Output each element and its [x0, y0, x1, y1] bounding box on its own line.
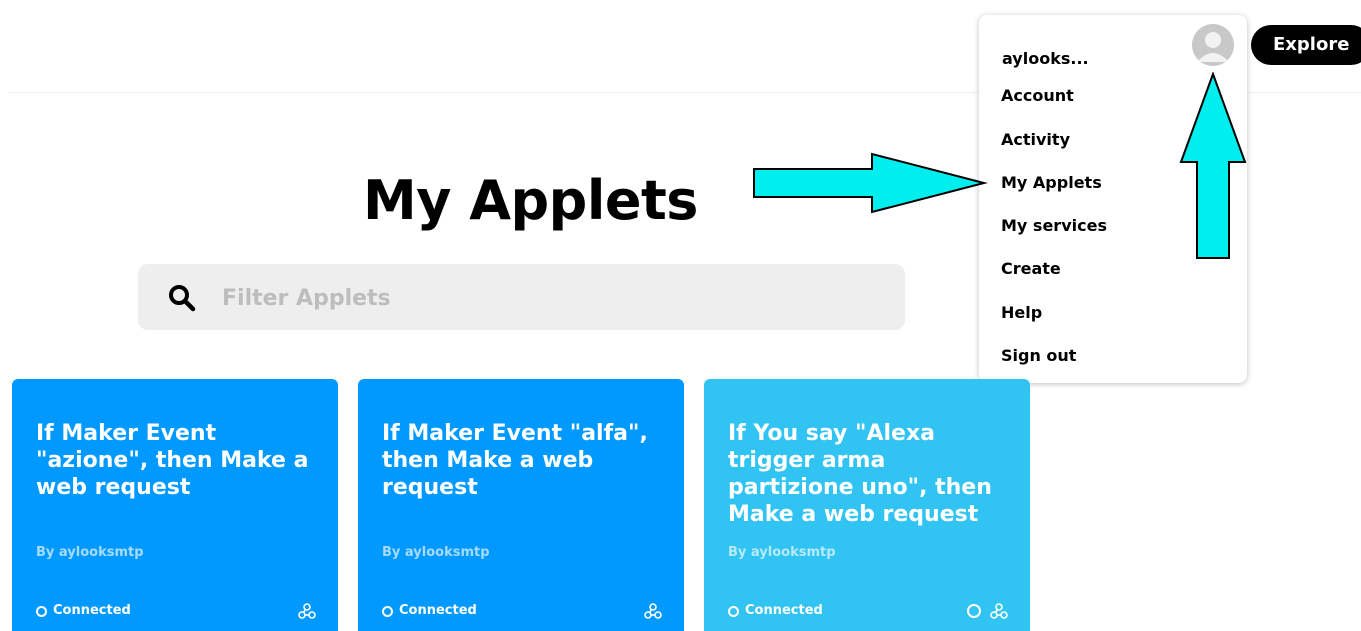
status-ring-icon — [36, 606, 47, 617]
menu-item-create[interactable]: Create — [1001, 259, 1061, 278]
page: Explore aylooks... Account Activity My A… — [0, 0, 1361, 631]
menu-item-sign-out[interactable]: Sign out — [1001, 346, 1076, 365]
page-title: My Applets — [363, 169, 698, 232]
applet-title: If Maker Event "azione", then Make a web… — [36, 421, 309, 500]
applet-card[interactable]: If Maker Event "alfa", then Make a web r… — [358, 379, 684, 631]
status-ring-icon — [382, 606, 393, 617]
applet-author: By aylooksmtp — [382, 545, 490, 560]
filter-input[interactable] — [220, 278, 864, 318]
applet-title: If You say "Alexa trigger arma partizion… — [728, 421, 992, 527]
alexa-icon — [967, 604, 981, 618]
user-avatar-icon — [1192, 24, 1234, 66]
applet-status-label: Connected — [53, 603, 131, 618]
applet-status-label: Connected — [745, 603, 823, 618]
filter-box[interactable] — [138, 264, 905, 330]
applet-card[interactable]: If You say "Alexa trigger arma partizion… — [704, 379, 1030, 631]
applet-title: If Maker Event "alfa", then Make a web r… — [382, 421, 648, 500]
explore-button[interactable]: Explore — [1251, 25, 1361, 65]
menu-item-activity[interactable]: Activity — [1001, 130, 1070, 149]
applet-author: By aylooksmtp — [36, 545, 144, 560]
menu-item-my-applets[interactable]: My Applets — [1001, 173, 1102, 192]
menu-item-my-services[interactable]: My services — [1001, 216, 1107, 235]
menu-item-account[interactable]: Account — [1001, 86, 1074, 105]
username: aylooks... — [1002, 49, 1089, 68]
applet-status-label: Connected — [399, 603, 477, 618]
applet-card[interactable]: If Maker Event "azione", then Make a web… — [12, 379, 338, 631]
applet-status: Connected — [36, 603, 131, 618]
status-ring-icon — [728, 606, 739, 617]
search-icon — [169, 285, 196, 312]
applet-author: By aylooksmtp — [728, 545, 836, 560]
webhooks-icon — [298, 603, 316, 619]
annotation-arrow-right-icon — [753, 152, 988, 214]
webhooks-icon — [644, 603, 662, 619]
avatar[interactable] — [1192, 24, 1234, 66]
menu-item-help[interactable]: Help — [1001, 303, 1042, 322]
annotation-arrow-up-icon — [1179, 72, 1247, 259]
applet-status: Connected — [382, 603, 477, 618]
applet-status: Connected — [728, 603, 823, 618]
webhooks-icon — [990, 603, 1008, 619]
